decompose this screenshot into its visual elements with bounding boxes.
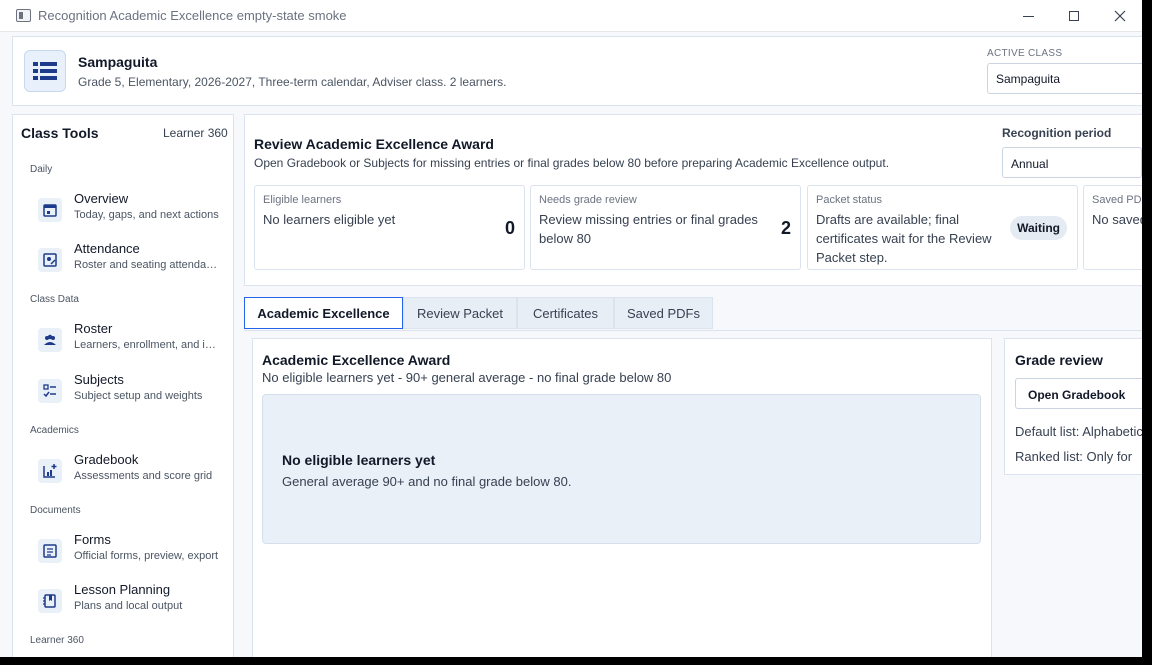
tab-review-packet[interactable]: Review Packet: [403, 297, 517, 329]
sidebar-item-sub: Plans and local output: [74, 600, 183, 612]
minimize-icon: [1022, 15, 1034, 17]
card-text: No learners eligible yet: [263, 212, 396, 227]
app-icon: [16, 9, 31, 22]
sidebar-item-sub: Assessments and score grid: [74, 470, 213, 482]
tab-divider: [244, 330, 1142, 331]
grade-review-panel: Grade review Open Gradebook Default list…: [1004, 338, 1142, 475]
calendar-icon: [38, 198, 62, 222]
default-list-text: Default list: Alphabetical: [1015, 424, 1142, 439]
sidebar-item-overview[interactable]: Overview Today, gaps, and next actions: [25, 191, 225, 235]
sidebar-item-label: Roster: [74, 321, 113, 336]
form-icon: [38, 539, 62, 563]
sidebar-item-sub: Roster and seating attendance: [74, 259, 219, 271]
sidebar-item-label: Forms: [74, 532, 111, 547]
checklist-icon: [38, 379, 62, 403]
award-title: Academic Excellence Award: [262, 352, 451, 368]
sidebar-item-subjects[interactable]: Subjects Subject setup and weights: [25, 372, 225, 416]
card-value: 2: [780, 218, 791, 238]
close-icon: [1114, 10, 1126, 22]
grade-review-title: Grade review: [1015, 352, 1103, 368]
sidebar-item-sub: Official forms, preview, export: [74, 550, 219, 562]
maximize-icon: [1069, 11, 1079, 21]
sidebar-item-label: Lesson Planning: [74, 582, 171, 597]
window-title: Recognition Academic Excellence empty-st…: [38, 8, 347, 23]
card-label: Eligible learners: [263, 194, 342, 206]
chart-add-icon: [38, 459, 62, 483]
class-description: Grade 5, Elementary, 2026-2027, Three-te…: [78, 75, 507, 89]
sidebar-item-sub: Today, gaps, and next actions: [74, 209, 219, 221]
sidebar-item-label: Overview: [74, 191, 129, 206]
eligible-learners-card: Eligible learners No learners eligible y…: [254, 185, 525, 270]
recognition-period-select[interactable]: Annual: [1002, 147, 1142, 178]
sidebar-item-label: Attendance: [74, 241, 140, 256]
card-label: Packet status: [816, 194, 883, 206]
open-gradebook-button[interactable]: Open Gradebook: [1015, 378, 1142, 409]
ranked-list-text: Ranked list: Only for: [1015, 449, 1133, 464]
class-header: Sampaguita Grade 5, Elementary, 2026-202…: [12, 36, 1142, 106]
sidebar-group-daily: Daily: [30, 164, 53, 175]
empty-state-title: No eligible learners yet: [282, 452, 436, 468]
sidebar-item-attendance[interactable]: Attendance Roster and seating attendance: [25, 241, 225, 285]
sidebar-item-roster[interactable]: Roster Learners, enrollment, and im...: [25, 321, 225, 365]
sidebar-item-label: Subjects: [74, 372, 124, 387]
card-label: Saved PDFs: [1092, 194, 1142, 206]
sidebar-item-forms[interactable]: Forms Official forms, preview, export: [25, 532, 225, 576]
card-value: 0: [504, 218, 515, 238]
class-list-icon: [24, 50, 66, 92]
class-name: Sampaguita: [78, 54, 158, 70]
tab-academic-excellence[interactable]: Academic Excellence: [244, 297, 403, 329]
summary-title: Review Academic Excellence Award: [254, 136, 494, 152]
learner-360-link[interactable]: Learner 360: [163, 126, 228, 140]
sidebar-title: Class Tools: [21, 125, 99, 141]
sidebar-item-label: Gradebook: [74, 452, 139, 467]
packet-status-card: Packet status Drafts are available; fina…: [807, 185, 1078, 270]
status-badge: Waiting: [1010, 216, 1067, 240]
class-tools-sidebar: Class Tools Learner 360 Daily Overview T…: [12, 114, 234, 657]
people-icon: [38, 328, 62, 352]
tab-certificates[interactable]: Certificates: [517, 297, 614, 329]
sidebar-group-documents: Documents: [30, 505, 81, 516]
empty-state-subtitle: General average 90+ and no final grade b…: [282, 474, 572, 489]
card-text: No saved: [1092, 212, 1142, 227]
attendance-icon: [38, 248, 62, 272]
saved-pdfs-card: Saved PDFs No saved: [1083, 185, 1142, 270]
close-button[interactable]: [1097, 0, 1142, 32]
summary-description: Open Gradebook or Subjects for missing e…: [254, 156, 890, 170]
notebook-icon: [38, 589, 62, 613]
title-bar: Recognition Academic Excellence empty-st…: [0, 0, 1142, 32]
empty-state: No eligible learners yet General average…: [262, 394, 981, 544]
needs-grade-review-card: Needs grade review Review missing entrie…: [530, 185, 801, 270]
card-text: Drafts are available; final certificates…: [816, 212, 992, 265]
sidebar-item-sub: Learners, enrollment, and im...: [74, 339, 219, 351]
academic-excellence-panel: Academic Excellence Award No eligible le…: [252, 338, 992, 657]
minimize-button[interactable]: [1005, 0, 1051, 32]
award-subtitle: No eligible learners yet - 90+ general a…: [262, 370, 672, 385]
sidebar-group-class-data: Class Data: [30, 294, 79, 305]
app-window: Recognition Academic Excellence empty-st…: [0, 0, 1142, 657]
recognition-period-label: Recognition period: [1002, 126, 1112, 140]
sidebar-item-sub: Subject setup and weights: [74, 390, 203, 402]
active-class-label: ACTIVE CLASS: [987, 48, 1063, 59]
award-summary: Review Academic Excellence Award Open Gr…: [244, 114, 1142, 286]
card-text: Review missing entries or final grades b…: [539, 212, 758, 246]
tab-saved-pdfs[interactable]: Saved PDFs: [614, 297, 713, 329]
active-class-select[interactable]: Sampaguita: [987, 63, 1142, 94]
sidebar-group-academics: Academics: [30, 425, 79, 436]
card-label: Needs grade review: [539, 194, 637, 206]
sidebar-group-learner-360: Learner 360: [30, 635, 84, 646]
sidebar-item-lesson-planning[interactable]: Lesson Planning Plans and local output: [25, 582, 225, 626]
sidebar-item-gradebook[interactable]: Gradebook Assessments and score grid: [25, 452, 225, 496]
maximize-button[interactable]: [1051, 0, 1097, 32]
